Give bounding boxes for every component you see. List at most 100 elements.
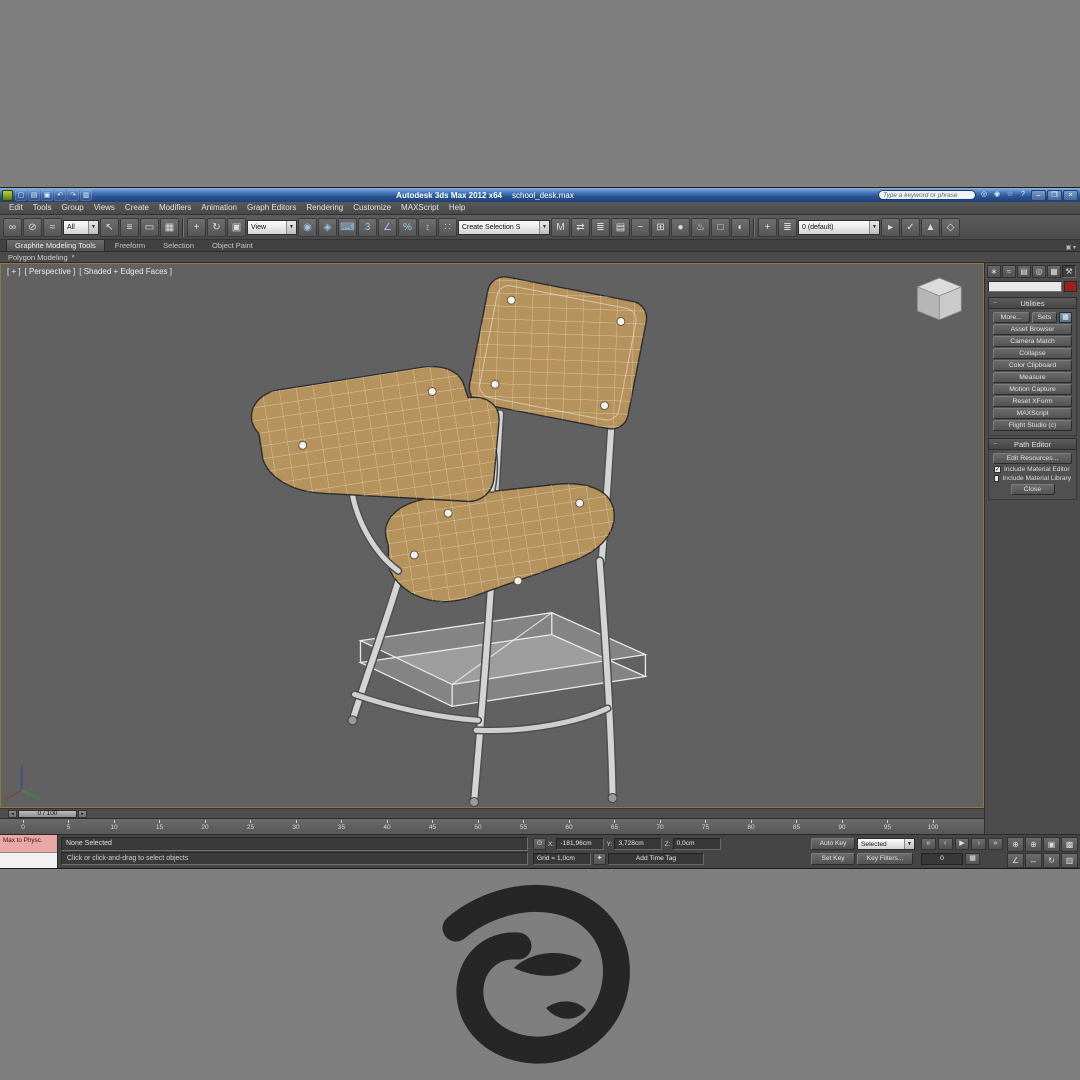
viewport-label-segment[interactable]: [ Shaded + Edged Faces ] xyxy=(79,267,172,276)
configure-button-sets-icon[interactable]: ▦ xyxy=(1059,312,1072,323)
select-and-scale-icon[interactable]: ▣ xyxy=(227,217,246,237)
checkbox-box[interactable] xyxy=(994,466,1001,473)
select-by-name-icon[interactable]: ≡ xyxy=(120,217,139,237)
mirror-icon[interactable]: M xyxy=(551,217,570,237)
project-folder-icon[interactable]: ▥ xyxy=(80,189,92,201)
layer-list-icon[interactable]: ≣ xyxy=(778,217,797,237)
use-pivot-center-icon[interactable]: ◉ xyxy=(298,217,317,237)
time-slider[interactable]: ◂ 0 / 100 ▸ xyxy=(0,808,984,818)
ribbon-toggle-icon[interactable]: ▤ xyxy=(611,217,630,237)
ribbon-minimize-icon[interactable]: ▣ ▾ xyxy=(1066,244,1076,251)
named-selection-sets-dropdown[interactable]: Create Selection S ▼ xyxy=(458,219,550,235)
polygon-modeling-panel-label[interactable]: Polygon Modeling xyxy=(8,253,68,262)
school-desk-model[interactable] xyxy=(250,274,649,807)
rendered-frame-icon[interactable]: □ xyxy=(711,217,730,237)
more-utilities-button[interactable]: More... xyxy=(993,312,1030,323)
close-utility-button[interactable]: Close xyxy=(1010,484,1055,495)
redo-icon[interactable]: ↷ xyxy=(67,189,79,201)
menu-item[interactable]: Edit xyxy=(4,202,28,214)
search-input[interactable] xyxy=(878,190,976,200)
zoom-all-icon[interactable]: ⊕ xyxy=(1025,837,1042,852)
zoom-extents-icon[interactable]: ▣ xyxy=(1043,837,1060,852)
communication-center-icon[interactable]: ◉ xyxy=(991,190,1003,201)
reference-coordinate-dropdown[interactable]: View ▼ xyxy=(247,219,297,235)
motion-tab[interactable]: ◎ xyxy=(1032,265,1046,278)
pan-icon[interactable]: ↔ xyxy=(1025,853,1042,868)
create-layer-icon[interactable]: + xyxy=(758,217,777,237)
utility-button[interactable]: Reset XForm xyxy=(993,396,1072,407)
set-current-layer-icon[interactable]: ✓ xyxy=(901,217,920,237)
open-file-icon[interactable]: ▤ xyxy=(28,189,40,201)
align-icon[interactable]: ⇄ xyxy=(571,217,590,237)
layer-dropdown[interactable]: 0 (default) ▼ xyxy=(798,219,880,235)
checkbox-box[interactable] xyxy=(994,475,1000,482)
macro-recorder-line[interactable]: Max to Physc. xyxy=(0,835,57,852)
render-setup-icon[interactable]: ♨ xyxy=(691,217,710,237)
window-crossing-icon[interactable]: ▦ xyxy=(160,217,179,237)
ribbon-tab[interactable]: Graphite Modeling Tools xyxy=(6,239,105,251)
add-time-tag-button[interactable]: Add Time Tag xyxy=(608,853,704,865)
listener-line[interactable] xyxy=(0,852,57,868)
undo-icon[interactable]: ↶ xyxy=(54,189,66,201)
utility-button[interactable]: Measure xyxy=(993,372,1072,383)
select-object-icon[interactable]: ↖ xyxy=(100,217,119,237)
y-coordinate-field[interactable]: 3,728cm xyxy=(614,838,663,850)
favorites-star-icon[interactable]: ☆ xyxy=(1004,190,1016,201)
auto-key-button[interactable]: Auto Key xyxy=(811,838,855,850)
color-swatch[interactable] xyxy=(1064,281,1077,292)
set-key-button[interactable]: Set Key xyxy=(811,853,855,865)
layer-manager-icon[interactable]: ≣ xyxy=(591,217,610,237)
edit-resources-button[interactable]: Edit Resources... xyxy=(993,453,1072,464)
restore-button[interactable]: ❐ xyxy=(1047,189,1062,201)
viewcube[interactable] xyxy=(916,277,963,321)
bind-to-space-warp-icon[interactable]: ≈ xyxy=(43,217,62,237)
help-icon[interactable]: ? xyxy=(1017,190,1029,201)
key-filters-button[interactable]: Key Filters... xyxy=(857,853,913,865)
menu-item[interactable]: Modifiers xyxy=(154,202,196,214)
utility-button[interactable]: Camera Match xyxy=(993,336,1072,347)
ribbon-tab[interactable]: Freeform xyxy=(107,240,153,251)
field-of-view-icon[interactable]: ∠ xyxy=(1007,853,1024,868)
angle-snap-icon[interactable]: ∠ xyxy=(378,217,397,237)
display-tab[interactable]: ▦ xyxy=(1047,265,1061,278)
minimize-button[interactable]: – xyxy=(1031,189,1046,201)
menu-item[interactable]: MAXScript xyxy=(396,202,444,214)
select-and-link-icon[interactable]: ∞ xyxy=(3,217,22,237)
application-button-icon[interactable] xyxy=(2,189,13,201)
isolate-selection-icon[interactable]: ◇ xyxy=(941,217,960,237)
go-to-start-button[interactable]: « xyxy=(921,838,936,850)
perspective-viewport[interactable]: [ + ] [ Perspective ][ Shaded + Edged Fac… xyxy=(0,263,984,808)
go-to-end-button[interactable]: » xyxy=(988,838,1003,850)
close-button[interactable]: × xyxy=(1063,189,1078,201)
play-button[interactable]: ▶ xyxy=(954,838,970,850)
menu-item[interactable]: Graph Editors xyxy=(242,202,301,214)
menu-item[interactable]: Views xyxy=(89,202,120,214)
utility-button[interactable]: Asset Browser xyxy=(993,324,1072,335)
edit-named-sets-icon[interactable]: ∷ xyxy=(438,217,457,237)
schematic-view-icon[interactable]: ⊞ xyxy=(651,217,670,237)
select-and-manipulate-icon[interactable]: ◈ xyxy=(318,217,337,237)
menu-item[interactable]: Group xyxy=(56,202,88,214)
selection-lock-toggle[interactable]: ⊙ xyxy=(533,838,546,850)
utilities-tab[interactable]: ⚒ xyxy=(1062,265,1076,278)
spinner-snap-icon[interactable]: ↕ xyxy=(418,217,437,237)
writing-tablet[interactable] xyxy=(250,365,500,503)
z-coordinate-field[interactable]: 0,0cm xyxy=(672,838,721,850)
utility-button[interactable]: Color Clipboard xyxy=(993,360,1072,371)
menu-item[interactable]: Create xyxy=(120,202,154,214)
utilities-rollout-header[interactable]: − Utilities xyxy=(988,297,1077,309)
key-mode-dropdown[interactable]: Selected ▼ xyxy=(857,838,915,850)
menu-item[interactable]: Help xyxy=(444,202,470,214)
snap-toggle-3d-icon[interactable]: 3 xyxy=(358,217,377,237)
viewport-label-segment[interactable]: [ Perspective ] xyxy=(25,267,76,276)
ribbon-tab[interactable]: Object Paint xyxy=(204,240,261,251)
ribbon-tab[interactable]: Selection xyxy=(155,240,202,251)
utility-button[interactable]: Flight Studio (c) xyxy=(993,420,1072,431)
new-scene-icon[interactable]: ▢ xyxy=(15,189,27,201)
checkbox[interactable]: Include Material Library xyxy=(994,475,1071,482)
unlink-selection-icon[interactable]: ⊘ xyxy=(23,217,42,237)
hierarchy-tab[interactable]: ▤ xyxy=(1017,265,1031,278)
x-coordinate-field[interactable]: -181,96cm xyxy=(556,838,605,850)
time-slider-next-icon[interactable]: ▸ xyxy=(78,810,87,818)
path-editor-rollout-header[interactable]: − Path Editor xyxy=(988,438,1077,450)
